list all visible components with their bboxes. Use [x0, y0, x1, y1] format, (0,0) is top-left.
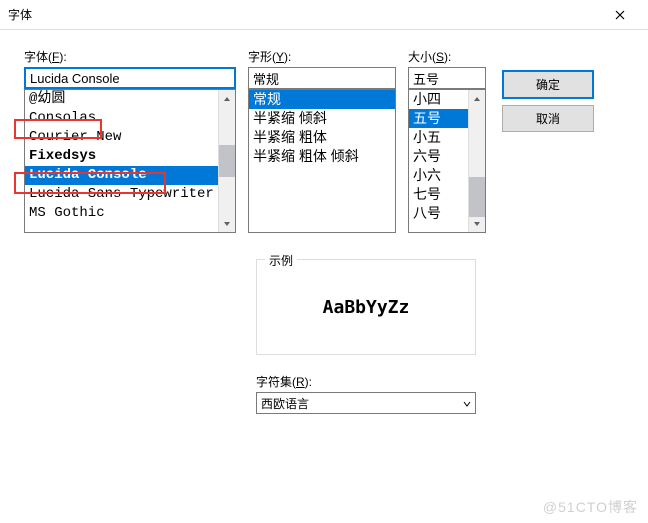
ok-button[interactable]: 确定 [502, 70, 594, 99]
list-item[interactable]: Lucida Sans Typewriter [25, 185, 218, 204]
scroll-down-icon[interactable] [469, 215, 485, 232]
scroll-thumb[interactable] [219, 145, 235, 177]
list-item[interactable]: 七号 [409, 185, 468, 204]
list-item[interactable]: 半紧缩 倾斜 [249, 109, 395, 128]
style-label: 字形(Y): [248, 48, 396, 65]
buttons-column: 确定 取消 [502, 48, 594, 233]
list-item[interactable]: 八号 [409, 204, 468, 223]
sample-text: AaBbYyZz [323, 297, 410, 318]
scrollbar[interactable] [468, 90, 485, 232]
list-item[interactable]: Courier New [25, 128, 218, 147]
scroll-up-icon[interactable] [469, 90, 485, 107]
list-item[interactable]: @幼圆 [25, 90, 218, 109]
list-item[interactable]: 六号 [409, 147, 468, 166]
close-button[interactable] [600, 1, 640, 29]
sample-label: 示例 [265, 252, 297, 269]
dialog-body: 字体(F): @幼圆 Consolas Courier New Fixedsys… [0, 30, 648, 251]
font-listbox[interactable]: @幼圆 Consolas Courier New Fixedsys Lucida… [24, 89, 236, 233]
list-item[interactable]: 小四 [409, 90, 468, 109]
watermark: @51CTO博客 [543, 497, 638, 517]
list-item[interactable]: Consolas [25, 109, 218, 128]
list-item[interactable]: 小五 [409, 128, 468, 147]
style-input[interactable] [248, 67, 396, 89]
list-item[interactable]: 小六 [409, 166, 468, 185]
cancel-button[interactable]: 取消 [502, 105, 594, 132]
close-icon [615, 10, 625, 20]
list-item[interactable]: MS Gothic [25, 204, 218, 223]
chevron-down-icon [463, 396, 471, 410]
scrollbar[interactable] [218, 90, 235, 232]
font-label: 字体(F): [24, 48, 236, 65]
list-item[interactable]: 常规 [249, 90, 395, 109]
list-item[interactable]: Fixedsys [25, 147, 218, 166]
list-item[interactable]: 五号 [409, 109, 468, 128]
scroll-up-icon[interactable] [219, 90, 235, 107]
charset-label: 字符集(R): [256, 373, 312, 390]
list-item[interactable]: 半紧缩 粗体 [249, 128, 395, 147]
list-item[interactable]: Lucida Console [25, 166, 218, 185]
size-listbox[interactable]: 小四 五号 小五 六号 小六 七号 八号 [408, 89, 486, 233]
sample-box: 示例 AaBbYyZz [256, 259, 476, 355]
titlebar: 字体 [0, 0, 648, 30]
size-column: 大小(S): 小四 五号 小五 六号 小六 七号 八号 [408, 48, 486, 233]
lower-section: 示例 AaBbYyZz 字符集(R): 西欧语言 [256, 259, 476, 414]
scroll-thumb[interactable] [469, 177, 485, 217]
size-label: 大小(S): [408, 48, 486, 65]
style-listbox[interactable]: 常规 半紧缩 倾斜 半紧缩 粗体 半紧缩 粗体 倾斜 [248, 89, 396, 233]
font-input[interactable] [24, 67, 236, 89]
charset-select[interactable]: 西欧语言 [256, 392, 476, 414]
charset-value: 西欧语言 [261, 395, 309, 412]
style-column: 字形(Y): 常规 半紧缩 倾斜 半紧缩 粗体 半紧缩 粗体 倾斜 [248, 48, 396, 233]
scroll-down-icon[interactable] [219, 215, 235, 232]
size-input[interactable] [408, 67, 486, 89]
list-item[interactable]: 半紧缩 粗体 倾斜 [249, 147, 395, 166]
window-title: 字体 [8, 6, 32, 23]
font-column: 字体(F): @幼圆 Consolas Courier New Fixedsys… [24, 48, 236, 233]
